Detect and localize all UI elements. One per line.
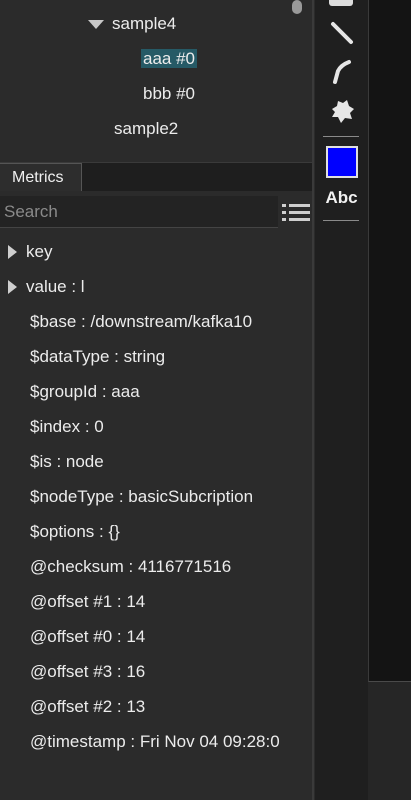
- tab-bar: Metrics: [0, 162, 314, 191]
- color-swatch[interactable]: [326, 146, 358, 178]
- tool-palette: Abc: [315, 0, 368, 800]
- property-text: @offset #1 : 14: [30, 592, 146, 611]
- canvas-viewport[interactable]: [368, 0, 411, 682]
- property-row[interactable]: key: [0, 237, 314, 267]
- pen-tool-button[interactable]: [315, 55, 368, 89]
- search-input[interactable]: [0, 196, 278, 228]
- panel-divider[interactable]: [312, 0, 314, 800]
- property-text: @checksum : 4116771516: [30, 557, 232, 576]
- property-row: @checksum : 4116771516: [0, 552, 314, 582]
- toolbar-divider: [323, 220, 359, 221]
- puzzle-tool-button[interactable]: [315, 94, 368, 128]
- property-row: @offset #0 : 14: [0, 622, 314, 652]
- property-text: $groupId : aaa: [30, 382, 140, 401]
- line-tool-button[interactable]: [315, 16, 368, 50]
- tree-item-label: aaa #0: [141, 49, 197, 68]
- tree-item-bbb[interactable]: bbb #0: [143, 83, 195, 105]
- tree-item-label: bbb #0: [143, 84, 195, 103]
- tree-scrollbar[interactable]: [290, 0, 304, 152]
- property-row: $is : node: [0, 447, 314, 477]
- tab-metrics[interactable]: Metrics: [0, 163, 82, 191]
- tree-item-aaa[interactable]: aaa #0: [141, 48, 197, 70]
- property-text: $base : /downstream/kafka10: [30, 312, 253, 331]
- property-text: @offset #2 : 13: [30, 697, 146, 716]
- tree-item-label: sample4: [112, 14, 177, 33]
- tree-item-label: sample2: [114, 119, 179, 138]
- list-menu-icon[interactable]: [280, 200, 312, 226]
- property-row[interactable]: value : l: [0, 272, 314, 302]
- caret-right-icon[interactable]: [8, 280, 17, 294]
- rectangle-tool-icon[interactable]: [329, 0, 353, 6]
- property-text: $index : 0: [30, 417, 104, 436]
- line-tool-icon: [330, 22, 353, 44]
- property-row: $dataType : string: [0, 342, 314, 372]
- tree-view: sample4 aaa #0 bbb #0 sample2: [0, 0, 314, 152]
- property-text: $dataType : string: [30, 347, 166, 366]
- tree-scrollbar-thumb[interactable]: [292, 0, 302, 14]
- tree-item-sample2[interactable]: sample2: [114, 118, 178, 140]
- property-row: @offset #1 : 14: [0, 587, 314, 617]
- property-row: @timestamp : Fri Nov 04 09:28:0: [0, 727, 314, 757]
- property-text: value : l: [26, 277, 85, 296]
- toolbar-divider: [323, 136, 359, 137]
- property-row: @offset #2 : 13: [0, 692, 314, 722]
- property-row: $options : {}: [0, 517, 314, 547]
- property-text: @offset #0 : 14: [30, 627, 146, 646]
- canvas-area[interactable]: [368, 0, 411, 800]
- puzzle-tool-icon: [331, 100, 354, 123]
- property-text: @offset #3 : 16: [30, 662, 146, 681]
- property-text: key: [26, 242, 53, 261]
- caret-down-icon[interactable]: [88, 20, 104, 30]
- property-text: $nodeType : basicSubcription: [30, 487, 254, 506]
- pen-tool-icon: [332, 60, 351, 84]
- property-text: $options : {}: [30, 522, 120, 541]
- text-tool-button[interactable]: Abc: [315, 188, 368, 208]
- caret-right-icon[interactable]: [8, 245, 17, 259]
- search-row: [0, 196, 314, 230]
- property-row: $nodeType : basicSubcription: [0, 482, 314, 512]
- property-row: $base : /downstream/kafka10: [0, 307, 314, 337]
- property-text: @timestamp : Fri Nov 04 09:28:0: [30, 732, 280, 751]
- property-row: @offset #3 : 16: [0, 657, 314, 687]
- tree-item-sample4[interactable]: sample4: [88, 13, 176, 35]
- left-panel: sample4 aaa #0 bbb #0 sample2 Metrics ke…: [0, 0, 314, 800]
- property-row: $index : 0: [0, 412, 314, 442]
- property-text: $is : node: [30, 452, 104, 471]
- property-row: $groupId : aaa: [0, 377, 314, 407]
